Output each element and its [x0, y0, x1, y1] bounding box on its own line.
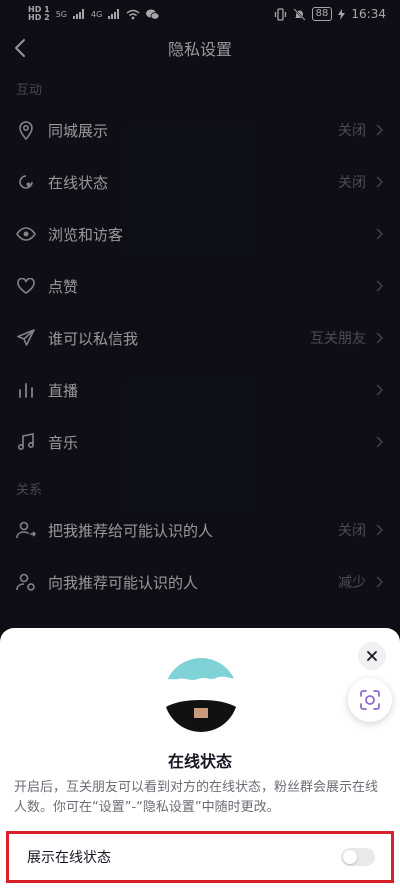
- sim-indicators: HD 1 HD 2: [28, 6, 50, 22]
- sheet-description: 开启后，互关朋友可以看到对方的在线状态，粉丝群会展示在线人数。你可在“设置”-“…: [14, 780, 379, 815]
- toggle-knob: [343, 850, 357, 864]
- online-status-icon: [16, 172, 36, 192]
- settings-row-nearby[interactable]: 同城展示 关闭: [0, 104, 400, 156]
- row-value: 关闭: [338, 123, 366, 139]
- sheet-title: 在线状态: [167, 752, 232, 771]
- back-arrow-icon: [15, 39, 25, 57]
- nav-bar: 隐私设置: [0, 28, 400, 68]
- close-button[interactable]: [358, 642, 386, 670]
- settings-row-live[interactable]: 直播: [0, 364, 400, 416]
- section-label-relationship: 关系: [16, 483, 43, 498]
- mute-bell-icon: [292, 7, 306, 21]
- live-bars-icon: [16, 380, 36, 400]
- settings-row-online-status[interactable]: 在线状态 关闭: [0, 156, 400, 208]
- close-icon: [367, 651, 377, 661]
- status-bar: HD 1 HD 2 5G 4G 88 16:34: [0, 0, 400, 28]
- chevron-right-icon: [376, 280, 384, 292]
- row-label: 同城展示: [48, 121, 109, 140]
- back-button[interactable]: [14, 36, 34, 60]
- clock: 16:34: [351, 7, 386, 21]
- settings-row-direct-message[interactable]: 谁可以私信我 互关朋友: [0, 312, 400, 364]
- show-online-status-row: 展示在线状态: [6, 831, 394, 883]
- chevron-right-icon: [376, 576, 384, 588]
- status-right: 88 16:34: [274, 7, 386, 21]
- send-icon: [16, 328, 36, 348]
- chevron-right-icon: [376, 124, 384, 136]
- row-label: 点赞: [48, 277, 79, 296]
- chevron-right-icon: [376, 176, 384, 188]
- wechat-icon: [146, 9, 160, 20]
- online-status-sheet: 在线状态 开启后，互关朋友可以看到对方的在线状态，粉丝群会展示在线人数。你可在“…: [0, 628, 400, 888]
- wifi-icon: [126, 9, 140, 19]
- section-label-interaction: 互动: [16, 83, 43, 98]
- recommend-to-me-icon: [16, 572, 36, 592]
- settings-row-music[interactable]: 音乐: [0, 416, 400, 468]
- avatar: [164, 658, 238, 732]
- row-label: 把我推荐给可能认识的人: [48, 521, 214, 540]
- battery-indicator: 88: [311, 7, 333, 21]
- settings-row-browse-visitors[interactable]: 浏览和访客: [0, 208, 400, 260]
- chevron-right-icon: [376, 228, 384, 240]
- heart-icon: [16, 276, 36, 296]
- row-value: 减少: [338, 575, 366, 591]
- chevron-right-icon: [376, 332, 384, 344]
- row-value: 关闭: [338, 523, 366, 539]
- row-value: 互关朋友: [310, 331, 366, 347]
- signal-icon: [72, 9, 84, 19]
- row-value: 关闭: [338, 175, 366, 191]
- sim-2-label: HD 2: [28, 13, 50, 22]
- charging-icon: [338, 8, 346, 20]
- show-online-status-toggle[interactable]: [341, 848, 375, 866]
- row-label: 音乐: [48, 433, 79, 452]
- row-label: 向我推荐可能认识的人: [48, 573, 199, 592]
- chevron-right-icon: [376, 436, 384, 448]
- page-title: 隐私设置: [167, 40, 232, 59]
- network-2-label: 4G: [90, 9, 103, 19]
- row-label: 在线状态: [48, 173, 109, 192]
- location-icon: [16, 120, 36, 140]
- chevron-right-icon: [376, 524, 384, 536]
- music-note-icon: [16, 432, 36, 452]
- vibrate-icon: [274, 7, 286, 21]
- eye-icon: [16, 224, 36, 244]
- settings-row-recommend-me[interactable]: 把我推荐给可能认识的人 关闭: [0, 504, 400, 556]
- settings-row-likes[interactable]: 点赞: [0, 260, 400, 312]
- network-1-label: 5G: [55, 9, 67, 19]
- signal-icon: [108, 9, 120, 19]
- scan-icon: [360, 690, 380, 710]
- row-label: 直播: [48, 381, 79, 400]
- chevron-right-icon: [376, 384, 384, 396]
- row-label: 谁可以私信我: [48, 329, 139, 348]
- row-label: 浏览和访客: [48, 225, 124, 244]
- toggle-label: 展示在线状态: [27, 850, 111, 866]
- status-left: HD 1 HD 2 5G 4G: [28, 6, 160, 22]
- settings-row-recommend-to-me[interactable]: 向我推荐可能认识的人 减少: [0, 556, 400, 608]
- floating-scan-button[interactable]: [348, 678, 392, 722]
- recommend-me-icon: [16, 520, 36, 540]
